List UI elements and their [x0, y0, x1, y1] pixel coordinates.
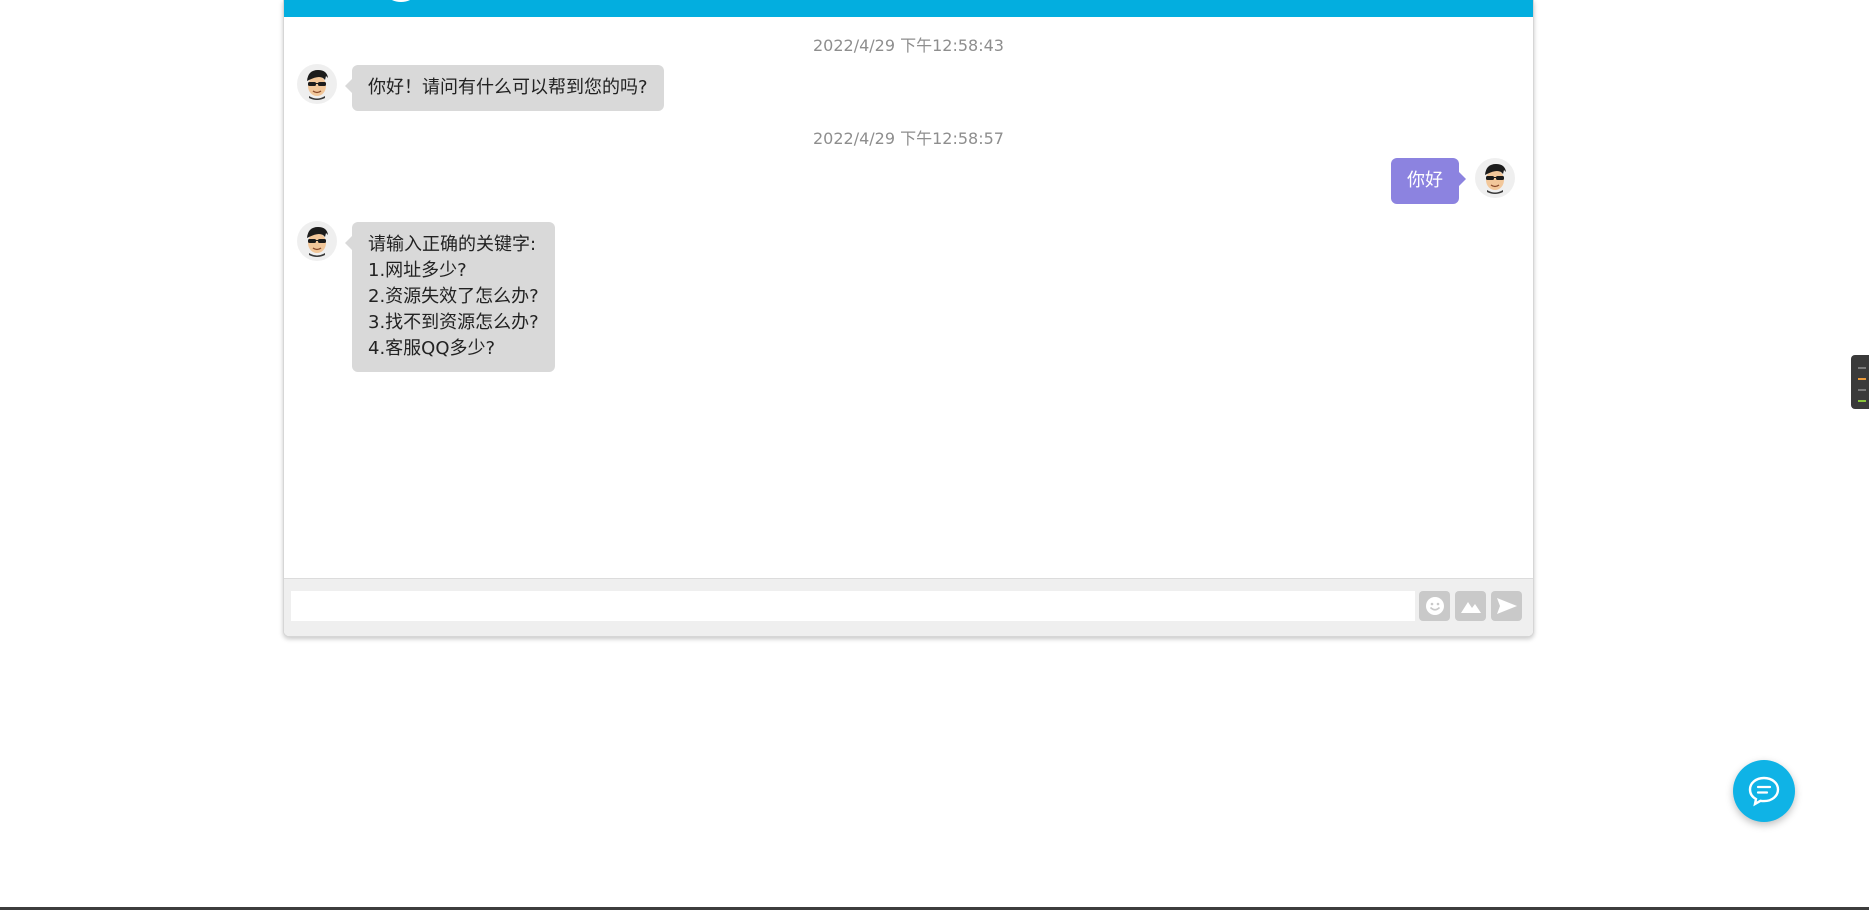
message-timestamp: 2022/4/29 下午12:58:43 — [813, 36, 1004, 55]
bot-message: 你好！请问有什么可以帮到您的吗? — [345, 65, 664, 111]
image-button[interactable] — [1455, 591, 1486, 621]
emoji-button[interactable] — [1419, 591, 1450, 621]
avatar-face-icon — [1476, 159, 1514, 197]
input-bar — [284, 578, 1533, 636]
widget-indicator — [1858, 367, 1866, 369]
send-icon — [1496, 598, 1517, 614]
bot-message: 请输入正确的关键字: 1.网址多少? 2.资源失效了怎么办? 3.找不到资源怎么… — [345, 222, 555, 372]
message-timestamp: 2022/4/29 下午12:58:57 — [813, 129, 1004, 148]
header-logo — [380, 0, 422, 2]
widget-indicator — [1858, 389, 1866, 391]
chat-bubble-icon — [1748, 776, 1780, 807]
chat-header — [284, 0, 1533, 17]
widget-indicator — [1858, 378, 1866, 380]
chat-window: 2022/4/29 下午12:58:43 你好！请问有什么可以帮到您的吗? 20… — [283, 0, 1534, 637]
bot-avatar — [297, 221, 337, 261]
chat-launcher-button[interactable] — [1733, 760, 1795, 822]
smiley-icon — [1425, 597, 1444, 615]
avatar-face-icon — [298, 222, 336, 260]
message-input[interactable] — [291, 591, 1415, 621]
image-icon — [1460, 602, 1481, 613]
side-widget[interactable] — [1851, 355, 1869, 409]
user-avatar — [1475, 158, 1515, 198]
bot-avatar — [297, 64, 337, 104]
user-message: 你好 — [1391, 158, 1466, 204]
message-list: 2022/4/29 下午12:58:43 你好！请问有什么可以帮到您的吗? 20… — [284, 17, 1533, 578]
send-button[interactable] — [1491, 591, 1522, 621]
widget-indicator — [1858, 400, 1866, 402]
avatar-face-icon — [298, 65, 336, 103]
